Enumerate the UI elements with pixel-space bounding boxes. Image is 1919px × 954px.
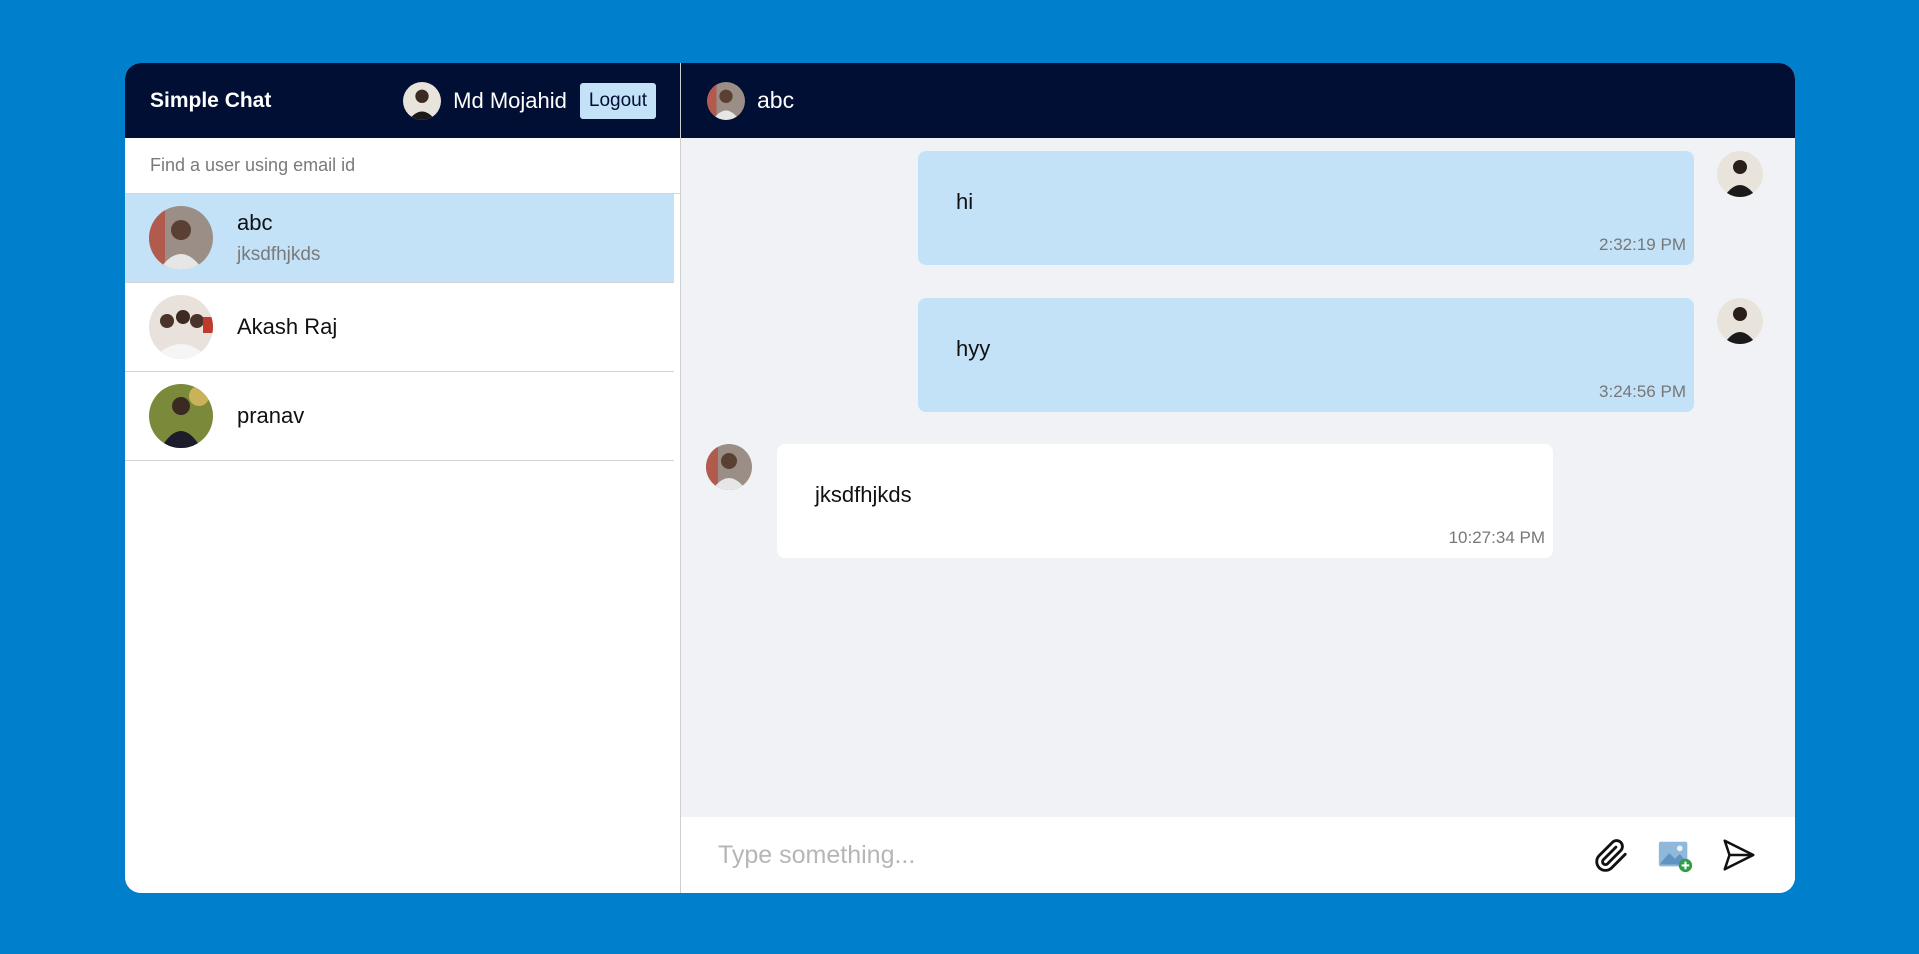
- message-composer: [681, 817, 1795, 893]
- image-add-icon[interactable]: [1655, 835, 1695, 875]
- message-bubble-mine: hyy 3:24:56 PM: [918, 298, 1694, 412]
- current-user-name: Md Mojahid: [453, 87, 567, 113]
- user-item-akash-raj[interactable]: Akash Raj: [125, 283, 674, 372]
- current-user: Md Mojahid Logout: [403, 81, 656, 120]
- user-item-abc[interactable]: abc jksdfhjkds: [125, 194, 674, 283]
- message-bubble-theirs: jksdfhjkds 10:27:34 PM: [777, 444, 1553, 558]
- message-time: 10:27:34 PM: [1448, 528, 1545, 547]
- logout-button[interactable]: Logout: [579, 82, 656, 119]
- message-time: 3:24:56 PM: [1599, 382, 1686, 401]
- sender-avatar: [1717, 298, 1763, 344]
- message-text: hyy: [956, 336, 991, 361]
- paperclip-icon[interactable]: [1591, 835, 1631, 875]
- user-name: pranav: [237, 403, 305, 428]
- message-bubble-mine: hi 2:32:19 PM: [918, 151, 1694, 265]
- message-text: jksdfhjkds: [815, 482, 912, 507]
- user-name: Akash Raj: [237, 314, 338, 339]
- sender-avatar: [1717, 151, 1763, 197]
- chat-partner-name: abc: [757, 87, 795, 113]
- user-search: [125, 138, 680, 194]
- message-time: 2:32:19 PM: [1599, 235, 1686, 254]
- user-last-message: jksdfhjkds: [237, 244, 321, 265]
- user-avatar: [149, 295, 213, 359]
- chat-partner-avatar: [707, 81, 745, 120]
- sidebar-header: Simple Chat Md Mojahid Logout: [125, 63, 680, 138]
- user-avatar: [149, 384, 213, 448]
- message-text: hi: [956, 189, 974, 214]
- chat-panel: abc hi 2:32:19 PM hyy 3:24:56 PM jksdfhj…: [681, 63, 1795, 893]
- send-icon[interactable]: [1719, 835, 1759, 875]
- user-item-pranav[interactable]: pranav: [125, 372, 674, 461]
- app-title: Simple Chat: [150, 88, 272, 112]
- sender-avatar: [706, 444, 752, 490]
- message-list: hi 2:32:19 PM hyy 3:24:56 PM jksdfhjkds …: [681, 138, 1795, 817]
- sidebar: Simple Chat Md Mojahid Logout abc jksdfh…: [125, 63, 681, 893]
- chat-app: Simple Chat Md Mojahid Logout abc jksdfh…: [125, 63, 1795, 893]
- message-input[interactable]: [718, 840, 1567, 870]
- current-user-avatar: [403, 81, 442, 120]
- search-input[interactable]: [150, 155, 680, 176]
- user-name: abc: [237, 210, 273, 235]
- user-avatar: [149, 206, 213, 270]
- chat-header: abc: [681, 63, 1795, 138]
